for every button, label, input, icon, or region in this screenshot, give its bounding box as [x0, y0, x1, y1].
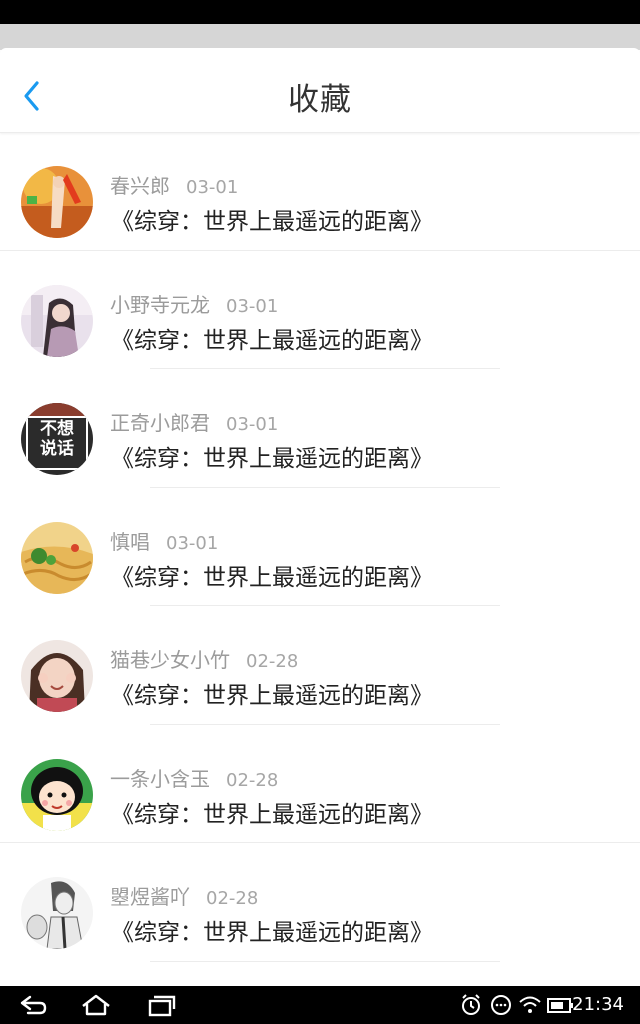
child-photo-avatar-icon: [21, 640, 93, 712]
noodles-avatar-icon: [21, 521, 93, 594]
date: 02-28: [226, 769, 279, 791]
list-item[interactable]: 猫巷少女小竹 02-28 《综穿：世界上最遥远的距离》: [0, 606, 640, 725]
chat-bubble-icon: [491, 995, 511, 1015]
clock: 21:34: [572, 994, 624, 1015]
avatar[interactable]: [21, 877, 93, 949]
date: 03-01: [226, 414, 279, 435]
anime-sketch-avatar-icon: [21, 877, 93, 949]
avatar[interactable]: [21, 758, 93, 831]
system-nav-bar: 21:34: [0, 986, 640, 1024]
back-nav-icon[interactable]: [18, 993, 48, 1017]
date: 02-28: [246, 651, 299, 672]
wifi-icon: [519, 996, 541, 1013]
status-bar: [0, 0, 640, 24]
recent-apps-icon[interactable]: [146, 993, 176, 1017]
cartoon-girl-avatar-icon: [21, 758, 93, 831]
avatar[interactable]: [21, 166, 93, 238]
username[interactable]: 一条小含玉: [110, 767, 210, 791]
work-title[interactable]: 《综穿：世界上最遥远的距离》: [111, 202, 433, 236]
list-item[interactable]: 曌煜酱吖 02-28 《综穿：世界上最遥远的距离》: [0, 843, 640, 962]
list-item[interactable]: 小野寺元龙 03-01 《综穿：世界上最遥远的距离》: [0, 251, 640, 369]
work-title[interactable]: 《综穿：世界上最遥远的距离》: [111, 321, 433, 355]
list-item[interactable]: 春兴郎 03-01 《综穿：世界上最遥远的距离》: [0, 132, 640, 251]
username[interactable]: 春兴郎: [110, 174, 170, 198]
girl-photo-avatar-icon: [21, 284, 93, 357]
username[interactable]: 正奇小郎君: [110, 411, 210, 435]
app-header: 收藏: [0, 48, 640, 133]
date: 03-01: [226, 295, 279, 317]
favorites-list: 春兴郎 03-01 《综穿：世界上最遥远的距离》 小野寺元龙 03-01 《综穿：世…: [0, 132, 640, 986]
home-nav-icon[interactable]: [80, 993, 112, 1017]
username[interactable]: 慎唱: [110, 530, 150, 554]
work-title[interactable]: 《综穿：世界上最遥远的距离》: [111, 795, 433, 829]
username[interactable]: 曌煜酱吖: [110, 885, 190, 909]
work-title[interactable]: 《综穿：世界上最遥远的距离》: [111, 913, 433, 947]
date: 02-28: [206, 888, 259, 909]
avatar[interactable]: [21, 521, 93, 594]
username[interactable]: 小野寺元龙: [110, 293, 210, 317]
alarm-icon: [462, 994, 480, 1015]
work-title[interactable]: 《综穿：世界上最遥远的距离》: [111, 439, 433, 473]
avatar-text: 不想说话: [40, 419, 74, 459]
date: 03-01: [166, 532, 219, 554]
divider: [150, 960, 500, 962]
work-title[interactable]: 《综穿：世界上最遥远的距离》: [111, 558, 433, 592]
page-title: 收藏: [288, 82, 352, 118]
avatar[interactable]: [21, 284, 93, 357]
avatar[interactable]: [21, 640, 93, 712]
game-character-avatar-icon: [21, 166, 93, 238]
work-title[interactable]: 《综穿：世界上最遥远的距离》: [111, 676, 433, 710]
list-item[interactable]: 不想说话 正奇小郎君 03-01 《综穿：世界上最遥远的距离》: [0, 369, 640, 488]
top-band: [0, 24, 640, 50]
username[interactable]: 猫巷少女小竹: [110, 648, 230, 672]
list-item[interactable]: 一条小含玉 02-28 《综穿：世界上最遥远的距离》: [0, 725, 640, 843]
list-item[interactable]: 慎唱 03-01 《综穿：世界上最遥远的距离》: [0, 488, 640, 606]
date: 03-01: [186, 177, 239, 198]
avatar[interactable]: 不想说话: [21, 403, 93, 475]
